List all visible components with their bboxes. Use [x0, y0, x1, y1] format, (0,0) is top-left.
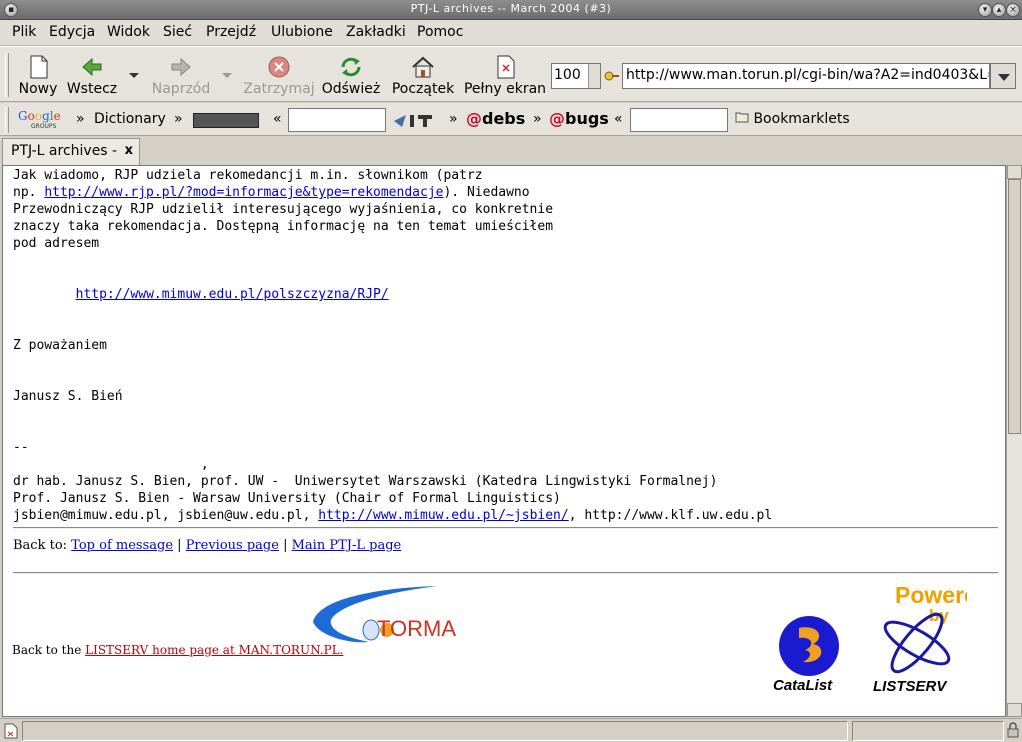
bugs-bookmark[interactable]: @bugs	[549, 109, 609, 128]
debian-swirl-icon: @	[466, 109, 482, 128]
home-button[interactable]: Początek	[389, 49, 457, 99]
main-ptj-l-page-link[interactable]: Main PTJ-L page	[292, 538, 402, 553]
fullscreen-button[interactable]: Pełny ekran	[463, 49, 547, 99]
message-navigation: Back to: Top of message | Previous page …	[13, 538, 402, 553]
svg-text:CataList: CataList	[773, 677, 833, 694]
author-name: Janusz S. Bień	[13, 389, 123, 404]
listserv-home-link[interactable]: LISTSERV home page at MAN.TORUN.PL.	[85, 643, 343, 657]
bookmark-separator: »	[76, 111, 85, 127]
debian-swirl-icon: @	[549, 109, 565, 128]
url-input[interactable]: http://www.man.torun.pl/cgi-bin/wa?A2=in…	[622, 63, 990, 89]
bookmarks-toolbar: Google GROUPS » Dictionary » « » @debs »…	[0, 103, 1022, 136]
svg-text:Google: Google	[18, 110, 61, 123]
rjp-page-link[interactable]: http://www.mimuw.edu.pl/polszczyzna/RJP/	[76, 287, 389, 302]
listserv-home-backlink: Back to the LISTSERV home page at MAN.TO…	[12, 643, 344, 657]
menu-file[interactable]: Plik	[12, 24, 36, 40]
stop-button[interactable]: Zatrzymaj	[243, 49, 315, 99]
jit-bookmark-logo[interactable]	[392, 112, 436, 130]
back-button[interactable]: Wstecz	[64, 49, 120, 99]
bookmark-separator: «	[614, 111, 623, 127]
home-icon	[412, 56, 434, 78]
catalist-logo[interactable]: CataList	[769, 614, 841, 694]
forward-arrow-icon	[171, 57, 191, 77]
bookmark-separator: »	[533, 111, 542, 127]
minimize-icon[interactable]: ▾	[978, 3, 992, 17]
message-body: Jak wiadomo, RJP udziela rekomedancji m.…	[13, 168, 773, 523]
rjp-recommendations-link[interactable]: http://www.rjp.pl/?mod=informacje&type=r…	[44, 185, 443, 200]
chevron-down-icon	[998, 74, 1010, 81]
svg-text:LISTSERV: LISTSERV	[873, 678, 948, 695]
blackmore-bookmark-logo[interactable]	[193, 113, 259, 128]
forward-button[interactable]: Naprzód	[148, 49, 214, 99]
svg-text:Powered: Powered	[895, 582, 967, 608]
search-input-2[interactable]	[630, 108, 728, 132]
scroll-thumb[interactable]	[1008, 179, 1021, 434]
back-arrow-icon	[82, 57, 102, 77]
signature-separator: --	[13, 440, 29, 455]
google-groups-logo: Google GROUPS	[18, 109, 61, 130]
progress-field	[852, 721, 1004, 741]
url-history-dropdown[interactable]	[990, 63, 1016, 89]
divider	[13, 527, 998, 529]
svg-text:TORMAN: TORMAN	[377, 616, 457, 641]
previous-page-link[interactable]: Previous page	[186, 538, 279, 553]
lock-icon[interactable]	[1006, 722, 1020, 738]
bookmark-separator: »	[449, 111, 458, 127]
vertical-scrollbar[interactable]	[1006, 165, 1022, 717]
bookmarks-grip[interactable]	[5, 107, 9, 133]
powered-by-listserv-logo[interactable]: Powered by LISTSERV	[867, 581, 967, 695]
search-input[interactable]	[288, 108, 386, 132]
tab-bar: PTJ-L archives - x	[0, 136, 1022, 165]
zoom-spinbox[interactable]: 100	[551, 63, 601, 89]
scroll-up-arrow[interactable]	[1007, 165, 1022, 179]
maximize-icon[interactable]: ▴	[992, 3, 1006, 17]
new-button[interactable]: Nowy	[16, 49, 60, 99]
debs-bookmark[interactable]: @debs	[466, 109, 525, 128]
menu-bookmarks[interactable]: Zakładki	[346, 24, 406, 40]
close-tab-icon[interactable]: x	[125, 143, 133, 158]
zoom-spin-arrows[interactable]	[588, 64, 600, 88]
forward-history-dropdown[interactable]	[222, 73, 232, 78]
reload-button[interactable]: Odśwież	[320, 49, 382, 99]
greeting: Z poważaniem	[13, 338, 107, 353]
page-content: Jak wiadomo, RJP udziela rekomedancji m.…	[2, 165, 1006, 717]
menu-help[interactable]: Pomoc	[417, 24, 463, 40]
divider	[13, 572, 998, 574]
menu-bar: Plik Edycja Widok Sieć Przejdź Ulubione …	[0, 20, 1022, 46]
page-info-icon[interactable]	[4, 723, 18, 739]
bookmark-separator: «	[273, 111, 282, 127]
menu-favorites[interactable]: Ulubione	[271, 24, 333, 40]
status-bar	[0, 718, 1022, 742]
folder-icon	[735, 112, 749, 123]
back-history-dropdown[interactable]	[129, 73, 139, 78]
svg-text:GROUPS: GROUPS	[31, 123, 57, 130]
dictionary-bookmark[interactable]: Dictionary	[94, 111, 166, 127]
menu-go[interactable]: Przejdź	[206, 24, 256, 40]
window-title: PTJ-L archives -- March 2004 (#3)	[410, 2, 612, 15]
bookmarklets-folder[interactable]: Bookmarklets	[735, 111, 850, 127]
stop-icon	[268, 56, 290, 78]
go-key-icon[interactable]	[604, 69, 620, 83]
fullscreen-icon	[497, 55, 515, 79]
tab-ptj-l-archives[interactable]: PTJ-L archives - x	[2, 138, 140, 165]
toolbar-grip[interactable]	[5, 53, 9, 97]
close-window-icon[interactable]: ×	[1006, 3, 1020, 17]
scroll-down-arrow[interactable]	[1007, 703, 1022, 717]
reload-icon	[341, 57, 361, 77]
homepage-link[interactable]: http://www.mimuw.edu.pl/~jsbien/	[318, 508, 568, 523]
new-document-icon	[30, 55, 48, 79]
bookmark-separator: »	[174, 111, 183, 127]
status-text	[22, 721, 848, 741]
window-title-bar[interactable]: ▪ PTJ-L archives -- March 2004 (#3) ▾ ▴ …	[0, 0, 1022, 20]
menu-edit[interactable]: Edycja	[49, 24, 95, 40]
torman-logo[interactable]: TORMAN	[309, 584, 457, 648]
google-groups-bookmark[interactable]: Google GROUPS	[17, 109, 65, 130]
menu-network[interactable]: Sieć	[163, 24, 192, 40]
menu-view[interactable]: Widok	[107, 24, 150, 40]
top-of-message-link[interactable]: Top of message	[71, 538, 173, 553]
